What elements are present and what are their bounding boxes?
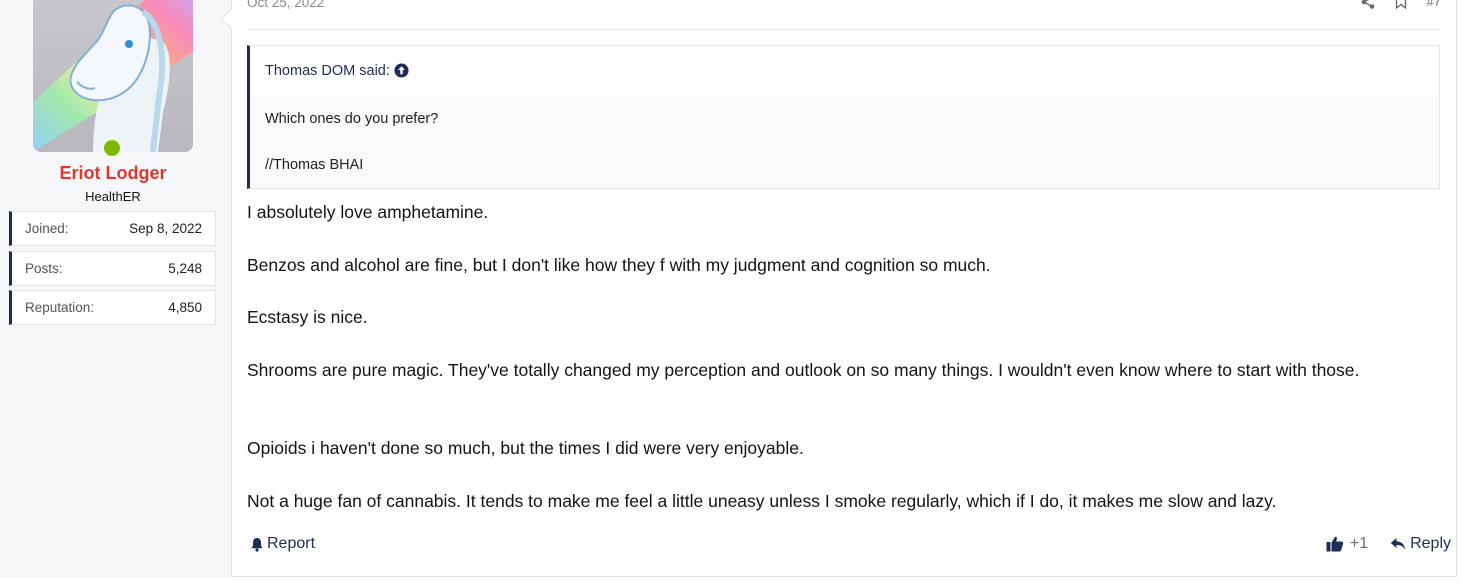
- user-title: HealthER: [85, 189, 141, 204]
- reply-arrow-icon: [1390, 538, 1406, 550]
- stat-joined: Joined: Sep 8, 2022: [9, 211, 216, 246]
- stat-label: Reputation:: [25, 300, 95, 315]
- reaction-count[interactable]: +1: [1350, 535, 1368, 553]
- user-info-column: Eriot Lodger HealthER Joined: Sep 8, 202…: [0, 0, 232, 577]
- post-header-actions: #7: [1361, 0, 1441, 9]
- quote-author[interactable]: Thomas DOM said:: [265, 63, 409, 79]
- quote-text-line: //Thomas BHAI: [265, 157, 364, 173]
- post-paragraph: Not a huge fan of cannabis. It tends to …: [247, 491, 1277, 511]
- stat-posts: Posts: 5,248: [9, 251, 216, 286]
- bookmark-icon[interactable]: [1395, 0, 1407, 9]
- post-paragraph: I absolutely love amphetamine.: [247, 202, 489, 222]
- quote-author-label: Thomas DOM said:: [265, 63, 390, 79]
- stat-value: Sep 8, 2022: [129, 221, 202, 236]
- stat-reputation: Reputation: 4,850: [9, 290, 216, 325]
- avatar[interactable]: [33, 0, 193, 152]
- header-divider: [247, 29, 1440, 30]
- stat-value: 4,850: [168, 300, 202, 315]
- share-icon[interactable]: [1361, 0, 1375, 9]
- report-button[interactable]: Report: [250, 535, 315, 553]
- arrow-up-circle-icon[interactable]: [394, 63, 409, 78]
- quote-block: Thomas DOM said: Which ones do you prefe…: [247, 45, 1440, 189]
- thumbs-up-icon: [1326, 536, 1344, 552]
- stat-value: 5,248: [168, 261, 202, 276]
- post-paragraph: Shrooms are pure magic. They've totally …: [247, 360, 1360, 380]
- reply-label: Reply: [1410, 535, 1451, 552]
- post-paragraph: Ecstasy is nice.: [247, 307, 368, 327]
- post-paragraph: Opioids i haven't done so much, but the …: [247, 438, 804, 458]
- report-label: Report: [267, 535, 316, 552]
- post-paragraph: Benzos and alcohol are fine, but I don't…: [247, 255, 991, 275]
- post-number-link[interactable]: #7: [1427, 0, 1441, 9]
- reply-button[interactable]: Reply: [1390, 535, 1451, 553]
- quote-text-line: Which ones do you prefer?: [265, 111, 439, 127]
- stat-label: Posts:: [25, 261, 63, 276]
- like-button[interactable]: +1: [1326, 535, 1368, 553]
- stat-label: Joined:: [25, 221, 69, 236]
- post-footer-actions: +1 Reply: [1326, 535, 1451, 553]
- quote-header: Thomas DOM said:: [250, 46, 1439, 96]
- online-status-indicator: [101, 137, 123, 159]
- post-date-link[interactable]: Oct 25, 2022: [247, 0, 324, 10]
- bell-icon: [251, 537, 263, 552]
- username-link[interactable]: Eriot Lodger: [0, 163, 226, 184]
